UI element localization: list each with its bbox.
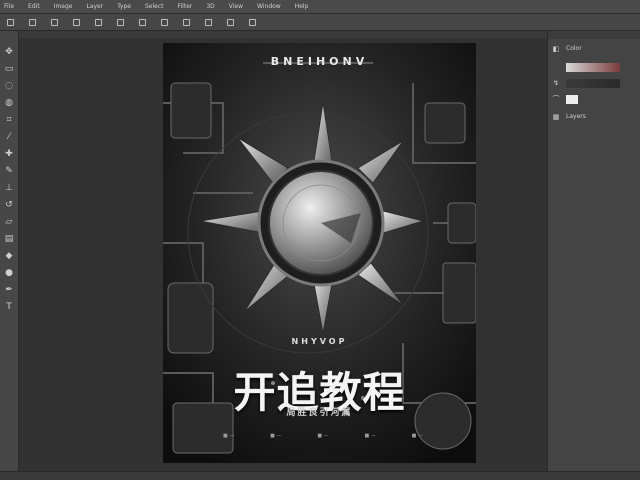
- status-bar: [0, 471, 640, 480]
- menu-help[interactable]: Help: [295, 3, 309, 10]
- stamp-icon[interactable]: ⊥: [4, 183, 14, 193]
- workspace-icon[interactable]: [248, 18, 257, 27]
- poster-tag: ■ —: [270, 433, 282, 439]
- adjust-icon: ⌒: [552, 94, 560, 103]
- poster-tags: ■ — ■ — ■ — ■ — ■ —: [223, 433, 423, 439]
- dodge-icon[interactable]: ●: [4, 268, 14, 278]
- panel-row-label: Layers: [566, 113, 586, 120]
- height-icon[interactable]: [204, 18, 213, 27]
- poster-tag: ■ —: [364, 433, 376, 439]
- layers-icon: ▦: [552, 112, 560, 121]
- quick-select-icon[interactable]: ◍: [4, 98, 14, 108]
- width-icon[interactable]: [182, 18, 191, 27]
- poster-top-text: BNEIHONV: [270, 55, 369, 68]
- add-selection-icon[interactable]: [50, 18, 59, 27]
- menu-bar: File Edit Image Layer Type Select Filter…: [0, 0, 640, 14]
- poster-tag: ■ —: [317, 433, 329, 439]
- menu-file[interactable]: File: [4, 3, 14, 10]
- menu-filter[interactable]: Filter: [178, 3, 193, 10]
- poster-tagline: 局胜良引河属: [286, 408, 353, 418]
- tools-panel: ✥ ▭ ◌ ◍ ⌗ ⁄ ✚ ✎ ⊥ ↺ ▱ ▤ ◆ ● ✒ T: [0, 31, 19, 471]
- subtract-selection-icon[interactable]: [72, 18, 81, 27]
- pen-icon[interactable]: ✒: [4, 285, 14, 295]
- history-brush-icon[interactable]: ↺: [4, 200, 14, 210]
- document-tabs[interactable]: [19, 31, 547, 38]
- menu-layer[interactable]: Layer: [86, 3, 103, 10]
- menu-select[interactable]: Select: [145, 3, 164, 10]
- antialias-icon[interactable]: [138, 18, 147, 27]
- lasso-icon[interactable]: ◌: [4, 81, 14, 91]
- menu-type[interactable]: Type: [117, 3, 131, 10]
- options-bar: [0, 14, 640, 31]
- crop-icon[interactable]: ⌗: [4, 115, 14, 125]
- panel-row-color[interactable]: ◧ Color: [552, 43, 637, 54]
- foreground-swatch[interactable]: [566, 95, 578, 104]
- brush-icon[interactable]: ✎: [4, 166, 14, 176]
- menu-edit[interactable]: Edit: [28, 3, 40, 10]
- intersect-selection-icon[interactable]: [94, 18, 103, 27]
- menu-window[interactable]: Window: [257, 3, 281, 10]
- refine-edge-icon[interactable]: [226, 18, 235, 27]
- poster-tag: ■ —: [223, 433, 235, 439]
- text-icon[interactable]: T: [4, 302, 14, 312]
- healing-icon[interactable]: ✚: [4, 149, 14, 159]
- tool-preset-icon[interactable]: [6, 18, 15, 27]
- new-selection-icon[interactable]: [28, 18, 37, 27]
- marquee-icon[interactable]: ▭: [4, 64, 14, 74]
- style-icon[interactable]: [160, 18, 169, 27]
- feather-icon[interactable]: [116, 18, 125, 27]
- panel-row-layers[interactable]: ▦ Layers: [552, 111, 637, 122]
- poster-canvas[interactable]: BNEIHONV NHYVOP 开追教程 局胜良引河属 ■ — ■ — ■ — …: [163, 43, 476, 463]
- panel-row-label: Color: [566, 45, 582, 52]
- menu-image[interactable]: Image: [54, 3, 73, 10]
- gradient-icon[interactable]: ▤: [4, 234, 14, 244]
- color-icon: ◧: [552, 44, 560, 53]
- panel-row-adjust[interactable]: ⌒: [552, 93, 637, 104]
- color-gradient-bar[interactable]: [566, 63, 620, 72]
- brightness-bar[interactable]: [566, 79, 620, 88]
- blur-icon[interactable]: ◆: [4, 251, 14, 261]
- move-icon[interactable]: ✥: [4, 47, 14, 57]
- poster-subtitle: NHYVOP: [291, 337, 348, 346]
- eraser-icon[interactable]: ▱: [4, 217, 14, 227]
- poster-tag: ■ —: [411, 433, 423, 439]
- menu-view[interactable]: View: [229, 3, 243, 10]
- swatches-icon: ↯: [553, 78, 559, 87]
- right-panel: ◧ Color ↯ ⌒ ▦ Layers: [547, 31, 640, 471]
- panel-header: [548, 31, 640, 39]
- menu-3d[interactable]: 3D: [206, 3, 214, 10]
- eyedropper-icon[interactable]: ⁄: [4, 132, 14, 142]
